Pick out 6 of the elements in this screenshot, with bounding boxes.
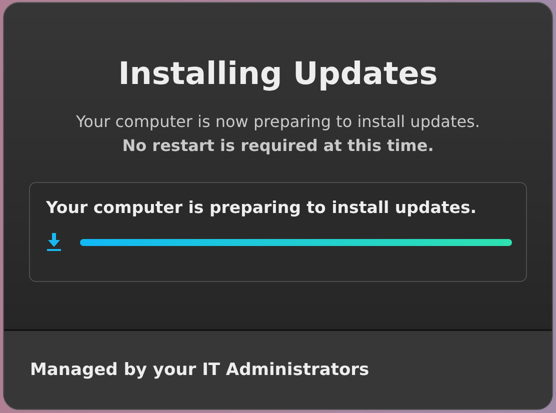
message-text: Your computer is now preparing to install updates. [76,112,480,131]
footer-text: Managed by your IT Administrators [30,360,370,380]
download-icon [46,232,62,252]
dialog-title: Installing Updates [118,56,438,92]
status-text: Your computer is preparing to install updates. [46,198,478,217]
notice-text: No restart is required at this time. [122,136,434,155]
